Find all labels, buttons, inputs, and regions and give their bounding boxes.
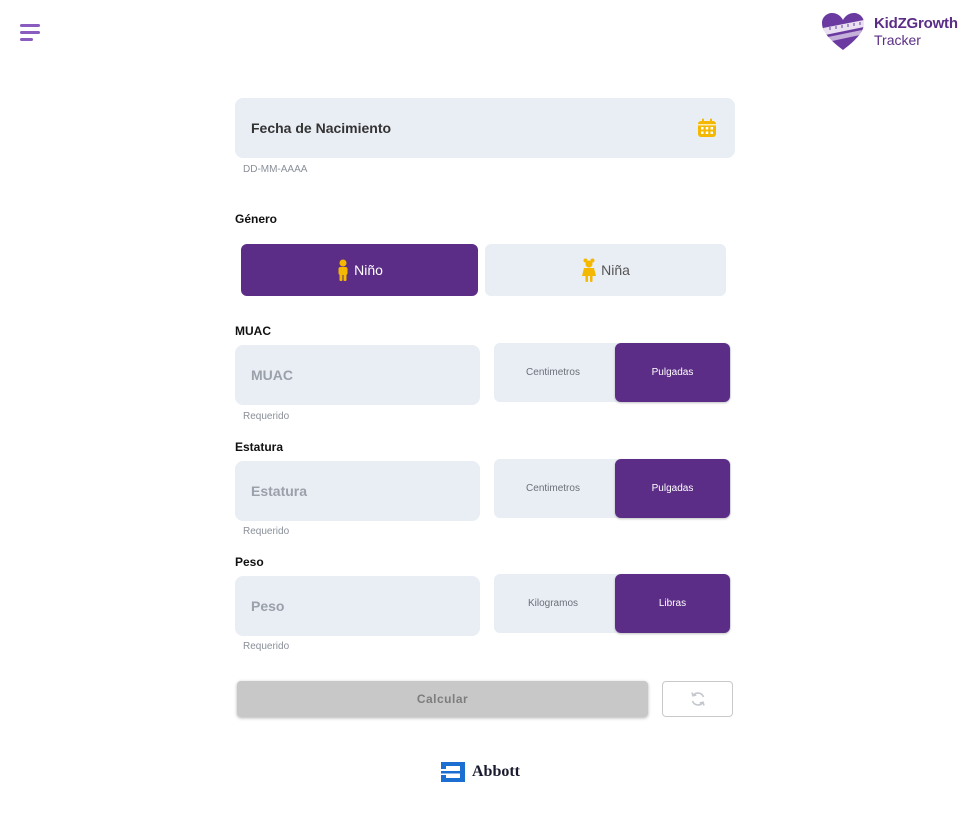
birthdate-field[interactable]: Fecha de Nacimiento <box>235 98 735 158</box>
height-input[interactable] <box>235 461 480 521</box>
muac-required-hint: Requerido <box>243 411 290 422</box>
logo-subtitle: Tracker <box>874 32 921 48</box>
footer-brand-name: Abbott <box>472 763 521 780</box>
heart-measuring-tape-icon <box>822 13 864 50</box>
calendar-icon[interactable] <box>697 118 717 138</box>
weight-label: Peso <box>235 555 264 569</box>
gender-boy-button[interactable]: Niño <box>241 244 478 296</box>
height-unit-centimeters[interactable]: Centimetros <box>494 459 612 518</box>
footer-brand: Abbott <box>438 760 532 786</box>
gender-boy-label: Niño <box>354 262 383 278</box>
boy-icon <box>338 259 348 281</box>
menu-bar <box>20 24 40 27</box>
girl-icon <box>582 258 597 282</box>
height-label: Estatura <box>235 440 284 454</box>
weight-field <box>235 576 480 636</box>
birthdate-format-hint: DD-MM-AAAA <box>243 164 308 175</box>
muac-label: MUAC <box>235 324 271 338</box>
height-unit-inches[interactable]: Pulgadas <box>615 459 730 518</box>
birthdate-label: Fecha de Nacimiento <box>251 120 392 136</box>
logo-title: KidZGrowth <box>874 15 958 32</box>
weight-unit-toggle: Kilogramos Libras <box>494 574 731 633</box>
refresh-icon <box>690 692 705 706</box>
muac-unit-inches[interactable]: Pulgadas <box>615 343 730 402</box>
height-required-hint: Requerido <box>243 526 290 537</box>
weight-unit-kilograms[interactable]: Kilogramos <box>494 574 612 633</box>
height-unit-toggle: Centimetros Pulgadas <box>494 459 731 518</box>
gender-label: Género <box>235 212 278 226</box>
abbott-logo-icon <box>441 762 465 782</box>
muac-unit-centimeters[interactable]: Centimetros <box>494 343 612 402</box>
muac-field <box>235 345 480 405</box>
menu-button[interactable] <box>20 24 42 42</box>
app-logo: KidZGrowth Tracker <box>820 10 962 54</box>
weight-input[interactable] <box>235 576 480 636</box>
gender-girl-label: Niña <box>601 262 630 278</box>
weight-unit-pounds[interactable]: Libras <box>615 574 730 633</box>
gender-girl-button[interactable]: Niña <box>485 244 726 296</box>
menu-bar <box>20 31 40 34</box>
height-field <box>235 461 480 521</box>
weight-required-hint: Requerido <box>243 641 290 652</box>
muac-unit-toggle: Centimetros Pulgadas <box>494 343 731 402</box>
calculate-button[interactable]: Calcular <box>237 681 648 717</box>
muac-input[interactable] <box>235 345 480 405</box>
menu-bar <box>20 38 33 41</box>
reset-button[interactable] <box>662 681 733 717</box>
